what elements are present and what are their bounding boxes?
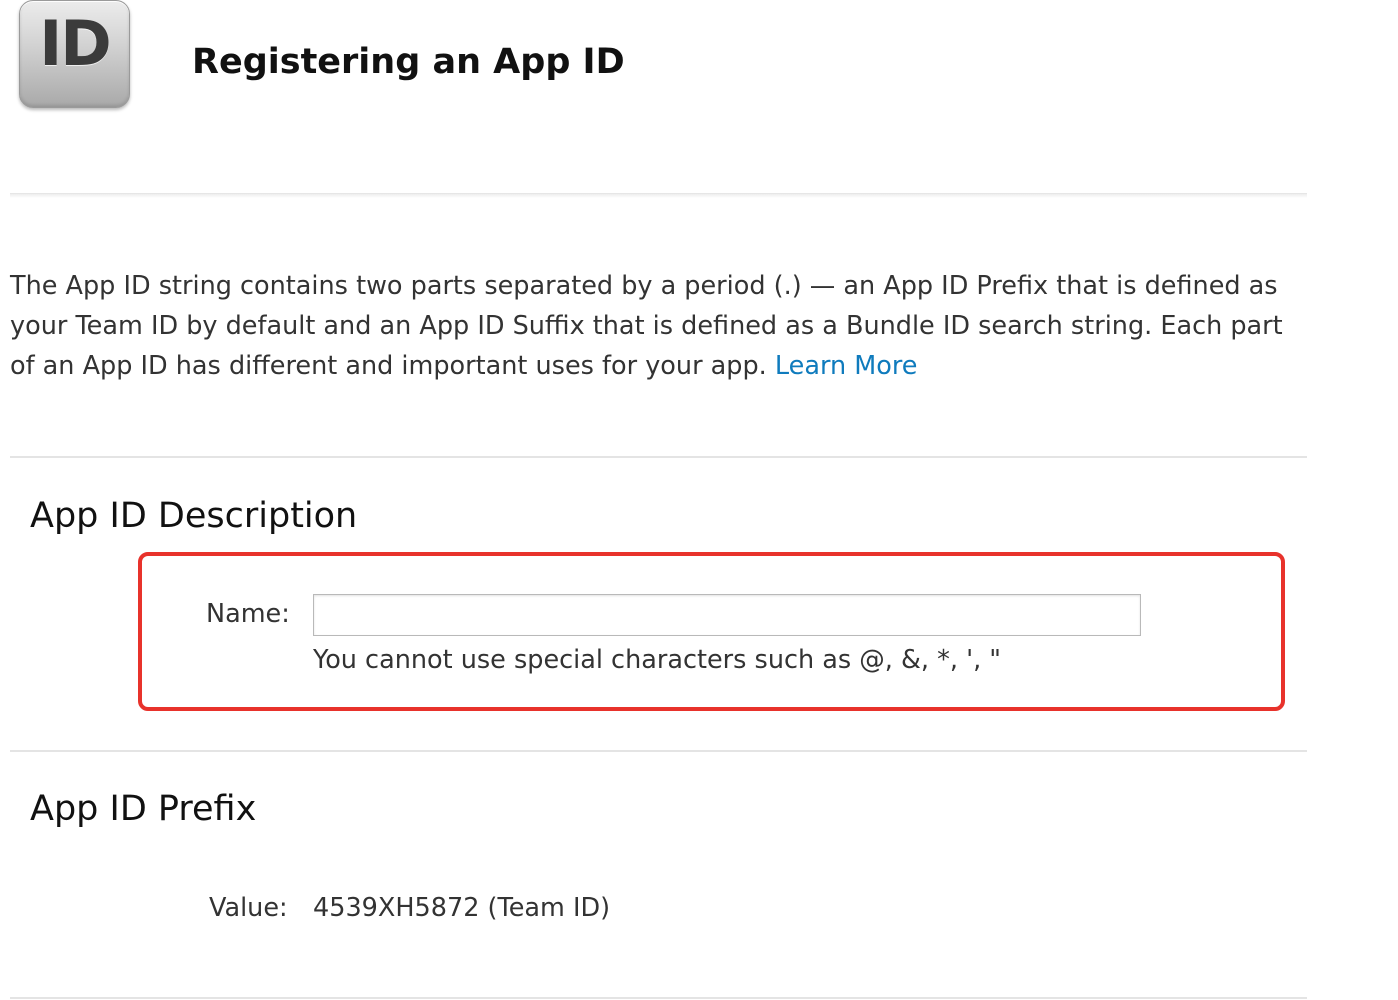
learn-more-link[interactable]: Learn More [775,351,918,381]
name-input[interactable] [313,594,1141,636]
intro-text: The App ID string contains two parts sep… [10,271,1283,381]
prefix-value: 4539XH5872 (Team ID) [313,893,611,923]
name-label: Name: [206,599,290,629]
value-label: Value: [209,893,288,923]
name-hint: You cannot use special characters such a… [313,645,1002,675]
section-divider-bottom [10,997,1307,999]
section-divider-top [10,456,1307,458]
section-heading-prefix: App ID Prefix [30,789,257,829]
section-divider-middle [10,750,1307,752]
section-heading-description: App ID Description [30,496,358,536]
intro-paragraph: The App ID string contains two parts sep… [10,266,1300,386]
header-divider [10,193,1307,198]
page-title: Registering an App ID [192,42,625,82]
app-id-icon: ID [19,0,130,108]
app-id-icon-text: ID [39,7,112,80]
